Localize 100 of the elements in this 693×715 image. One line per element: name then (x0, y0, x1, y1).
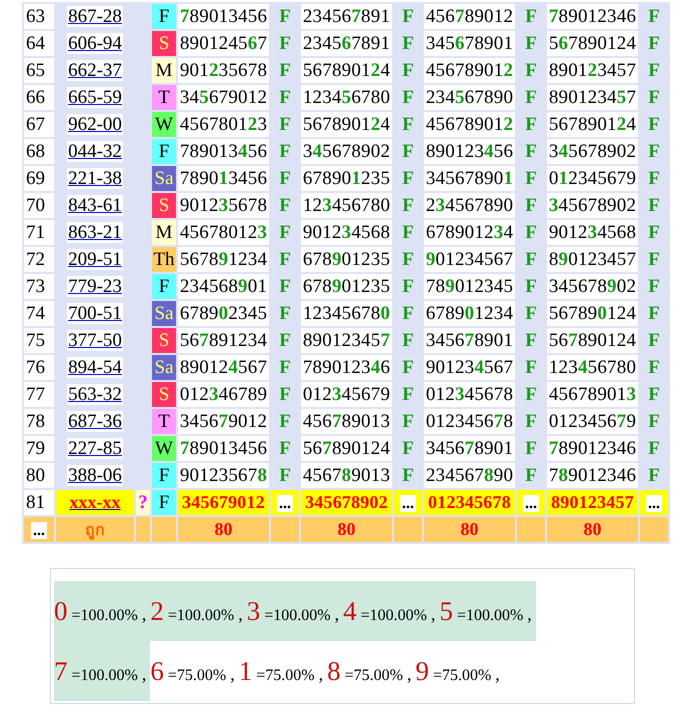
number-cell: 567891234 (178, 247, 269, 272)
total-count: 80 (178, 517, 269, 542)
more-marker: ... (523, 494, 539, 512)
number-cell: 234567891 (301, 31, 392, 56)
row-number: 76 (24, 355, 54, 380)
number-cell: 901235678 (178, 463, 269, 488)
number-cell: 678901235 (301, 166, 392, 191)
code-link[interactable]: 388-06 (67, 464, 123, 486)
row-number: 63 (24, 4, 54, 29)
number-cell: 234567890 (424, 85, 515, 110)
result-mark: F (525, 168, 537, 188)
code-link[interactable]: 662-37 (67, 60, 123, 80)
number-cell: 345678901 (424, 328, 515, 353)
number-cell: 901234568 (301, 220, 392, 245)
code-link[interactable]: 687-36 (67, 410, 123, 432)
code-link[interactable]: 377-50 (67, 330, 123, 350)
code-link[interactable]: 606-94 (67, 32, 123, 54)
row-number: 78 (24, 409, 54, 434)
number-cell: 567890124 (301, 58, 392, 83)
digit-stat: 9=75.00% , (415, 655, 501, 688)
result-mark: F (525, 384, 537, 404)
day-cell: W (152, 112, 176, 137)
code-link[interactable]: 779-23 (67, 276, 123, 296)
number-cell: 123456780 (547, 355, 638, 380)
result-mark: F (402, 302, 414, 324)
number-cell: 678901234 (424, 301, 515, 326)
number-cell: 456789012 (424, 58, 515, 83)
day-cell: M (152, 220, 176, 245)
number-cell: 012345678 (424, 382, 515, 407)
total-count: 80 (424, 517, 515, 542)
code-link[interactable]: 209-51 (67, 248, 123, 270)
code-link[interactable]: 044-32 (67, 140, 123, 162)
row-number: 79 (24, 436, 54, 461)
number-cell: 345678901 (424, 166, 515, 191)
result-mark: F (279, 330, 291, 350)
row-number: 67 (24, 112, 54, 137)
digit-stat: 4=100.00% , (343, 581, 440, 641)
number-cell: 456780123 (178, 220, 269, 245)
number-cell: 789013456 (178, 139, 269, 164)
number-cell: 789013456 (178, 4, 269, 29)
code-link[interactable]: 894-54 (67, 356, 123, 378)
result-mark: F (402, 384, 414, 404)
question-mark: ? (138, 492, 148, 512)
code-link[interactable]: 563-32 (67, 384, 123, 404)
number-cell: 789012346 (547, 463, 638, 488)
day-cell: S (152, 31, 176, 56)
result-mark: F (279, 140, 291, 162)
digit-stat: 8=75.00% , (327, 655, 412, 688)
number-cell: 901235678 (178, 58, 269, 83)
number-cell: 890123457 (547, 58, 638, 83)
result-mark: F (525, 410, 537, 432)
number-cell: 567890124 (301, 112, 392, 137)
number-cell: 789013456 (178, 436, 269, 461)
number-cell: 901234567 (424, 355, 515, 380)
result-mark: F (279, 32, 291, 54)
result-mark: F (402, 32, 414, 54)
number-cell: 012345679 (547, 409, 638, 434)
number-cell: 345678902 (301, 490, 392, 515)
number-cell: 789013456 (178, 166, 269, 191)
number-cell: 890124567 (178, 31, 269, 56)
result-mark: F (648, 114, 660, 134)
number-cell: 345678901 (424, 436, 515, 461)
result-mark: F (648, 302, 660, 324)
result-mark: F (402, 410, 414, 432)
row-number: 81 (24, 490, 54, 515)
result-mark: F (279, 410, 291, 432)
result-mark: F (279, 222, 291, 242)
day-cell: M (152, 58, 176, 83)
day-cell: F (152, 139, 176, 164)
result-mark: F (279, 168, 291, 188)
result-mark: F (648, 168, 660, 188)
number-cell: 890123457 (547, 247, 638, 272)
result-mark: F (279, 302, 291, 324)
code-link[interactable]: 867-28 (67, 6, 123, 26)
number-cell: 234567891 (301, 4, 392, 29)
number-cell: 901234567 (424, 247, 515, 272)
result-mark: F (525, 194, 537, 216)
more-marker: ... (277, 494, 293, 512)
number-cell: 789012346 (301, 355, 392, 380)
code-link[interactable]: 665-59 (67, 86, 123, 108)
number-cell: 234567890 (424, 463, 515, 488)
result-mark: F (525, 32, 537, 54)
result-mark: F (525, 302, 537, 324)
code-link[interactable]: 227-85 (67, 438, 123, 458)
code-link[interactable]: 221-38 (67, 168, 123, 188)
number-cell: 678902345 (178, 301, 269, 326)
result-mark: F (402, 114, 414, 134)
number-cell: 012345679 (547, 166, 638, 191)
row-number: 72 (24, 247, 54, 272)
number-cell: 890123456 (424, 139, 515, 164)
number-cell: 456780123 (178, 112, 269, 137)
day-cell: S (152, 328, 176, 353)
code-link[interactable]: 843-61 (67, 194, 123, 216)
number-cell: 345679012 (178, 409, 269, 434)
digit-stat: 7=100.00% , (54, 641, 150, 701)
result-mark: F (525, 140, 537, 162)
result-mark: F (648, 438, 660, 458)
code-link[interactable]: 700-51 (67, 302, 123, 324)
code-link[interactable]: 962-00 (67, 114, 123, 134)
code-link[interactable]: 863-21 (67, 222, 123, 242)
